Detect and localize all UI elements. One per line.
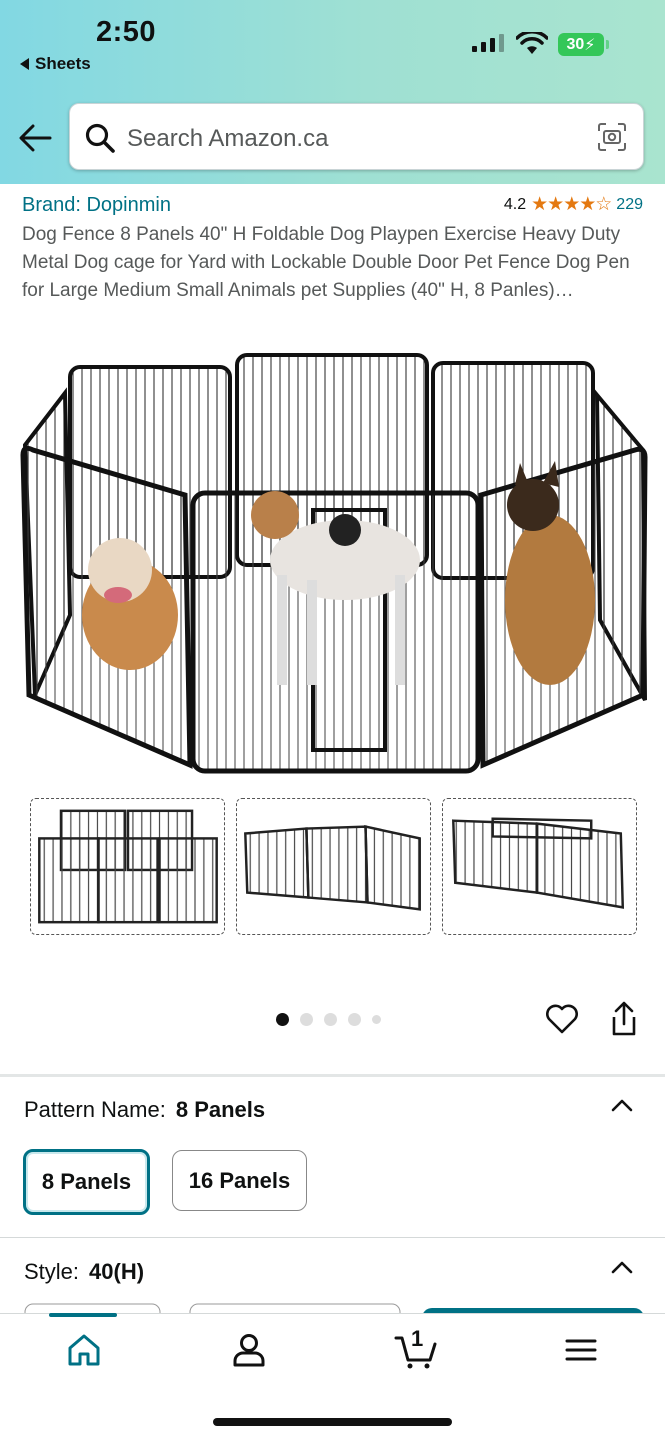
section-divider [0,1237,665,1238]
page-dot-4[interactable] [348,1013,361,1026]
page-dot-5[interactable] [372,1015,381,1024]
page-dot-3[interactable] [324,1013,337,1026]
star-rating-icon: ★★★★☆ [531,194,612,215]
home-icon[interactable] [64,1330,104,1370]
battery-level: 30 [566,35,585,53]
status-time: 2:50 [96,16,157,48]
search-placeholder: Search Amazon.ca [127,125,329,152]
thumbnail-1[interactable] [30,798,225,935]
review-count[interactable]: 229 [616,196,643,214]
home-indicator-bar[interactable] [213,1418,452,1426]
section-divider [0,1074,665,1077]
image-thumbnails [30,798,637,935]
pattern-option-8-panels[interactable]: 8 Panels [23,1149,150,1215]
back-app-label: Sheets [35,54,91,73]
battery-icon: 30 ⚡ [558,33,609,56]
style-row: Style: 40(H) [24,1259,144,1285]
image-pagination [276,1013,381,1026]
pattern-option-16-panels[interactable]: 16 Panels [172,1150,307,1211]
back-to-app-link[interactable]: Sheets [20,54,91,74]
style-value: 40(H) [89,1259,145,1284]
chevron-up-icon[interactable] [611,1098,633,1112]
page-dot-2[interactable] [300,1013,313,1026]
chevron-up-icon[interactable] [611,1260,633,1274]
rating-summary[interactable]: 4.2 ★★★★☆ 229 [504,193,643,216]
product-title: Dog Fence 8 Panels 40" H Foldable Dog Pl… [22,224,630,301]
active-tab-indicator [49,1313,117,1317]
cellular-signal-icon [472,34,504,52]
search-input[interactable]: Search Amazon.ca [69,103,644,170]
back-arrow-icon[interactable] [18,122,52,154]
heart-icon[interactable] [544,1001,580,1037]
share-icon[interactable] [608,1000,640,1038]
account-icon[interactable] [229,1330,269,1370]
wifi-icon [516,32,548,54]
pattern-label: Pattern Name: [24,1097,166,1122]
cart-count: 1 [411,1326,424,1351]
menu-icon[interactable] [563,1330,599,1370]
camera-search-icon[interactable] [597,122,627,152]
product-main-image[interactable] [15,345,650,785]
style-options-peek [24,1303,644,1314]
rating-value: 4.2 [503,195,527,213]
back-triangle-icon [20,58,29,70]
thumbnail-2[interactable] [236,798,431,935]
style-label: Style: [24,1259,80,1284]
brand-link[interactable]: Brand: Dopinmin [22,194,171,217]
pattern-name-row: Pattern Name: 8 Panels [24,1097,265,1123]
pattern-value: 8 Panels [175,1097,266,1122]
thumbnail-3[interactable] [442,798,637,935]
page-dot-1[interactable] [276,1013,289,1026]
search-icon [85,123,115,153]
